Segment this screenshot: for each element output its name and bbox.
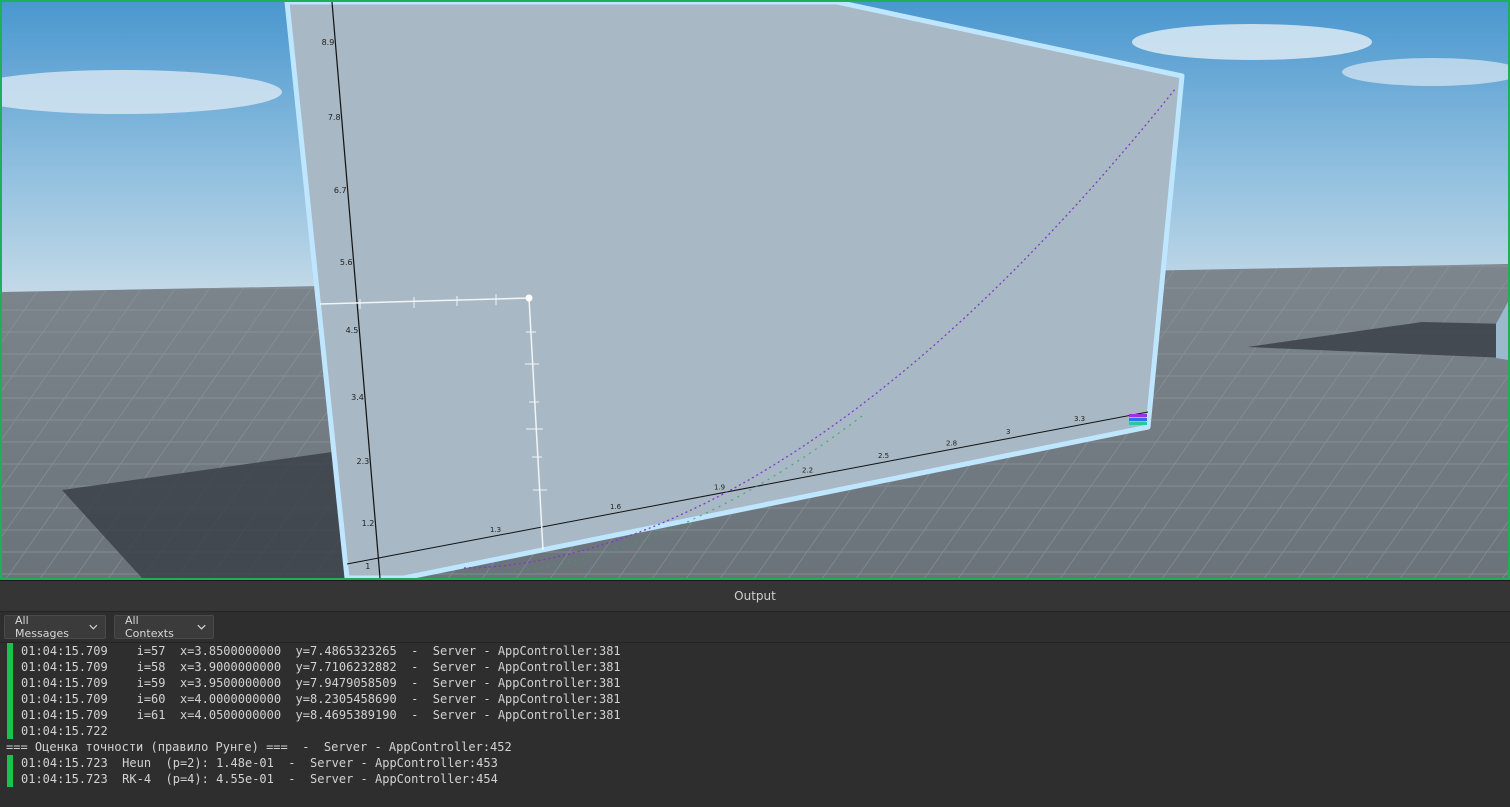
log-line: 01:04:15.709 i=61 x=4.0500000000 y=8.469…: [0, 707, 1510, 723]
log-text: 01:04:15.709 i=58 x=3.9000000000 y=7.710…: [21, 660, 621, 674]
y-tick-label: 1: [365, 562, 370, 571]
log-line: 01:04:15.709 i=57 x=3.8500000000 y=7.486…: [0, 643, 1510, 659]
x-tick-label: 2.8: [946, 439, 957, 447]
log-text: 01:04:15.722: [21, 724, 108, 738]
log-line: 01:04:15.709 i=60 x=4.0000000000 y=8.230…: [0, 691, 1510, 707]
log-text: 01:04:15.723 Heun (p=2): 1.48e-01 - Serv…: [21, 756, 498, 770]
legend-swatch: [1129, 418, 1147, 421]
log-line: 01:04:15.709 i=58 x=3.9000000000 y=7.710…: [0, 659, 1510, 675]
x-tick-label: 3: [1006, 428, 1010, 436]
chevron-down-icon: [89, 624, 98, 630]
x-tick-label: 2.2: [802, 467, 813, 475]
log-line: 01:04:15.723 RK-4 (p=4): 4.55e-01 - Serv…: [0, 771, 1510, 787]
log-text: 01:04:15.709 i=60 x=4.0000000000 y=8.230…: [21, 692, 621, 706]
output-panel: Output All Messages All Contexts 01:04:1…: [0, 580, 1510, 807]
log-marker: [7, 659, 13, 675]
log-line: 01:04:15.709 i=59 x=3.9500000000 y=7.947…: [0, 675, 1510, 691]
y-tick-label: 5.6: [340, 258, 353, 267]
y-tick-label: 7.8: [328, 113, 341, 122]
cloud: [1132, 24, 1372, 60]
y-tick-label: 4.5: [346, 326, 359, 335]
log-line: 01:04:15.722: [0, 723, 1510, 739]
log-marker: [7, 691, 13, 707]
game-viewport[interactable]: 8.9 7.8 6.7 5.6 4.5 3.4 2.3 1.2 1 1.3 1.6 1.9 2.2 2.…: [0, 0, 1510, 580]
log-text: === Оценка точности (правило Рунге) === …: [6, 740, 512, 754]
contexts-filter-label: All Contexts: [125, 614, 174, 640]
log-marker: [7, 643, 13, 659]
y-tick-label: 2.3: [357, 457, 370, 466]
log-line: 01:04:15.723 Heun (p=2): 1.48e-01 - Serv…: [0, 755, 1510, 771]
y-tick-label: 3.4: [351, 393, 364, 402]
log-text: 01:04:15.709 i=59 x=3.9500000000 y=7.947…: [21, 676, 621, 690]
y-tick-label: 8.9: [322, 38, 335, 47]
messages-filter-label: All Messages: [15, 614, 69, 640]
log-text: 01:04:15.709 i=57 x=3.8500000000 y=7.486…: [21, 644, 621, 658]
filter-bar: All Messages All Contexts: [0, 612, 1510, 643]
output-panel-title: Output: [0, 581, 1510, 612]
chevron-down-icon: [197, 624, 206, 630]
scene-3d: 8.9 7.8 6.7 5.6 4.5 3.4 2.3 1.2 1 1.3 1.6 1.9 2.2 2.…: [2, 2, 1508, 578]
selected-point: [525, 294, 533, 302]
log-marker: [7, 723, 13, 739]
y-tick-label: 1.2: [362, 519, 375, 528]
log-marker: [7, 755, 13, 771]
contexts-filter-dropdown[interactable]: All Contexts: [114, 614, 214, 640]
log-marker: [7, 707, 13, 723]
log-marker: [7, 771, 13, 787]
x-tick-label: 3.3: [1074, 415, 1085, 423]
log-list[interactable]: 01:04:15.709 i=57 x=3.8500000000 y=7.486…: [0, 642, 1510, 807]
log-line: === Оценка точности (правило Рунге) === …: [0, 739, 1510, 755]
log-text: 01:04:15.723 RK-4 (p=4): 4.55e-01 - Serv…: [21, 772, 498, 786]
log-marker: [7, 675, 13, 691]
x-tick-label: 1.6: [610, 503, 622, 511]
y-tick-label: 6.7: [334, 186, 347, 195]
legend-swatch: [1129, 414, 1147, 417]
x-tick-label: 2.5: [878, 452, 889, 460]
legend-swatch: [1129, 422, 1147, 425]
messages-filter-dropdown[interactable]: All Messages: [4, 614, 106, 640]
x-tick-label: 1.9: [714, 483, 725, 491]
x-tick-label: 1.3: [490, 526, 501, 534]
log-text: 01:04:15.709 i=61 x=4.0500000000 y=8.469…: [21, 708, 621, 722]
